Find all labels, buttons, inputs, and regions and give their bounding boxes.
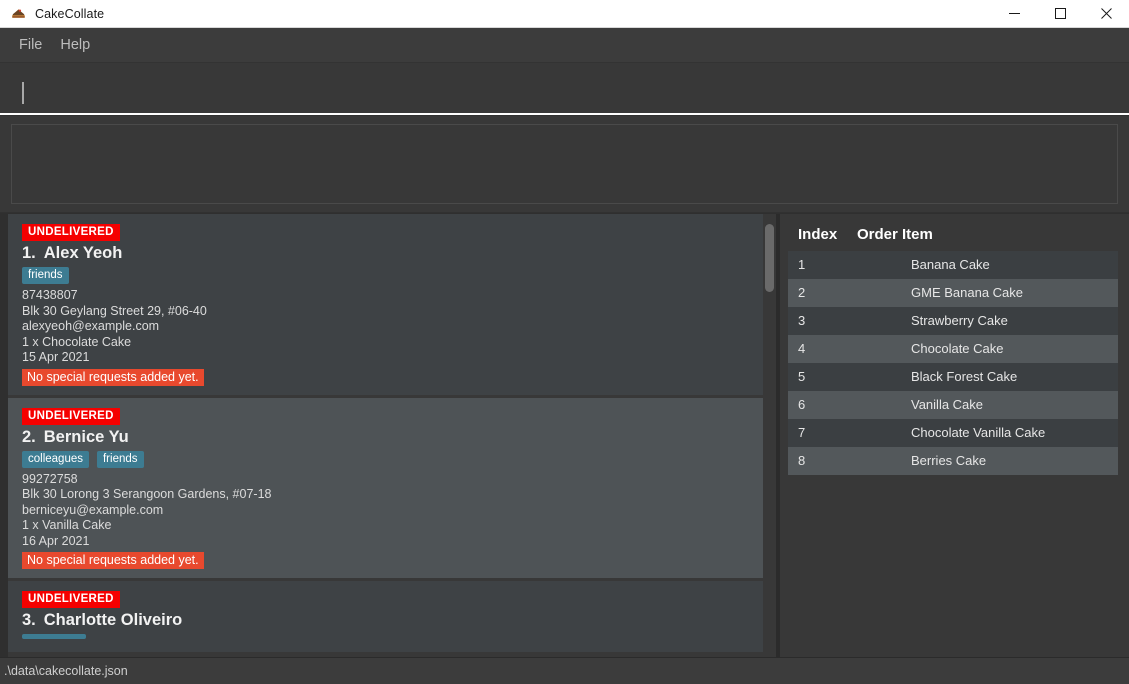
cell-index: 5 (798, 369, 806, 384)
person-delivery-date: 15 Apr 2021 (22, 350, 90, 364)
command-input[interactable] (12, 72, 1117, 113)
table-row[interactable]: 2 GME Banana Cake (788, 279, 1119, 307)
result-area (0, 116, 1129, 213)
person-address: Blk 30 Lorong 3 Serangoon Gardens, #07-1… (22, 487, 272, 501)
command-box[interactable] (0, 72, 1129, 115)
cell-order-item: Chocolate Cake (911, 341, 1004, 356)
person-list-scrollbar[interactable] (763, 214, 776, 657)
order-table-body: 1 Banana Cake 2 GME Banana Cake 3 Strawberry … (788, 251, 1119, 475)
table-row[interactable]: 4 Chocolate Cake (788, 335, 1119, 363)
person-address: Blk 30 Geylang Street 29, #06-40 (22, 303, 207, 318)
close-icon (1100, 8, 1112, 19)
person-name: 3. Charlotte Oliveiro (22, 611, 183, 629)
title-bar-left: CakeCollate (0, 5, 991, 22)
person-email: berniceyu@example.com (22, 502, 164, 517)
status-badge-row: UNDELIVERED (22, 222, 749, 241)
column-header-index[interactable]: Index (788, 220, 853, 251)
text-caret (22, 81, 24, 104)
person-order: 1 x Vanilla Cake (22, 518, 112, 532)
cell-index: 4 (798, 341, 806, 356)
status-badge-row: UNDELIVERED (22, 589, 749, 608)
person-phone: 99272758 (22, 471, 78, 486)
delivery-status-badge: UNDELIVERED (22, 407, 120, 425)
person-order: 1 x Chocolate Cake (22, 334, 132, 349)
person-name: 1. Alex Yeoh (22, 244, 123, 262)
person-list-pane: UNDELIVERED 1. Alex Yeoh friends 87438807 Blk… (0, 214, 776, 657)
delivery-status-badge: UNDELIVERED (22, 224, 120, 241)
window-controls (991, 0, 1129, 27)
person-list[interactable]: UNDELIVERED 1. Alex Yeoh friends 87438807 Blk… (8, 214, 763, 657)
cell-index: 2 (798, 285, 806, 300)
table-row[interactable]: 8 Berries Cake (788, 447, 1119, 475)
maximize-icon (1054, 8, 1066, 19)
table-row[interactable]: 7 Chocolate Vanilla Cake (788, 419, 1119, 447)
cell-order-item: GME Banana Cake (911, 285, 1024, 300)
person-phone: 87438807 (22, 288, 78, 302)
status-bar-file-path: .\data\cakecollate.json (4, 664, 128, 678)
cell-index: 6 (798, 397, 806, 412)
menu-item-file[interactable]: File (10, 33, 51, 57)
person-tag: colleagues (22, 450, 89, 468)
cell-index: 1 (798, 257, 806, 272)
title-bar: CakeCollate (0, 0, 1129, 28)
order-table-wrapper: Index Order Item 1 Banana Cake 2 GME Banana… (780, 214, 1129, 475)
command-area (0, 63, 1129, 116)
person-email: alexyeoh@example.com (22, 319, 160, 333)
order-items-table: Index Order Item 1 Banana Cake 2 GME Banana… (788, 220, 1119, 475)
scrollbar-thumb[interactable] (765, 224, 774, 292)
tag-row: colleagues friends (22, 450, 749, 468)
cell-order-item: Black Forest Cake (911, 369, 1018, 384)
menu-bar: File Help (0, 28, 1129, 63)
person-tag: friends (22, 267, 69, 284)
cell-index: 8 (798, 453, 806, 468)
main-split-pane: UNDELIVERED 1. Alex Yeoh friends 87438807 Blk… (0, 213, 1129, 657)
table-row[interactable]: 3 Strawberry Cake (788, 307, 1119, 335)
cell-index: 3 (798, 313, 806, 328)
cell-order-item: Banana Cake (911, 257, 990, 272)
order-items-pane: Index Order Item 1 Banana Cake 2 GME Banana… (780, 214, 1129, 657)
request-badge-row: No special requests added yet. (22, 549, 749, 569)
person-tag: friends (96, 450, 144, 468)
window-title: CakeCollate (35, 6, 105, 21)
result-display-box (11, 124, 1118, 204)
person-index: 2. (22, 427, 36, 446)
order-table-header-row: Index Order Item (788, 220, 1118, 251)
cake-slice-icon (12, 9, 25, 18)
person-index: 1. (22, 244, 36, 262)
cell-order-item: Chocolate Vanilla Cake (911, 425, 1046, 440)
table-row[interactable]: 1 Banana Cake (788, 251, 1119, 279)
person-tag (22, 634, 86, 639)
cell-order-item: Vanilla Cake (911, 397, 984, 412)
column-header-order-item[interactable]: Order Item (853, 220, 1118, 251)
maximize-button[interactable] (1037, 0, 1083, 27)
cell-order-item: Strawberry Cake (911, 313, 1008, 328)
status-bar: .\data\cakecollate.json (0, 657, 1129, 684)
cell-order-item: Berries Cake (911, 453, 987, 468)
special-request-badge: No special requests added yet. (22, 552, 204, 569)
delivery-status-badge: UNDELIVERED (22, 591, 120, 608)
request-badge-row: No special requests added yet. (22, 366, 749, 386)
minimize-button[interactable] (991, 0, 1037, 27)
close-button[interactable] (1083, 0, 1129, 27)
cakecollate-window: CakeCollate File Help UNDELIVERED 1. Ale… (0, 0, 1129, 684)
status-badge-row: UNDELIVERED (22, 406, 749, 425)
person-delivery-date: 16 Apr 2021 (22, 533, 90, 548)
tag-row: friends (22, 267, 749, 284)
table-row[interactable]: 5 Black Forest Cake (788, 363, 1119, 391)
cell-index: 7 (798, 425, 806, 440)
person-card[interactable]: UNDELIVERED 2. Bernice Yu colleagues friends… (8, 397, 763, 578)
person-name: 2. Bernice Yu (22, 427, 129, 446)
order-table-head: Index Order Item (788, 220, 1118, 251)
tag-row (22, 634, 749, 639)
person-index: 3. (22, 611, 36, 629)
person-card[interactable]: UNDELIVERED 3. Charlotte Oliveiro (8, 581, 763, 652)
special-request-badge: No special requests added yet. (22, 368, 204, 386)
person-card[interactable]: UNDELIVERED 1. Alex Yeoh friends 87438807 Blk… (8, 214, 763, 395)
minimize-icon (1008, 13, 1020, 14)
table-row[interactable]: 6 Vanilla Cake (788, 391, 1119, 419)
menu-item-help[interactable]: Help (51, 33, 99, 57)
